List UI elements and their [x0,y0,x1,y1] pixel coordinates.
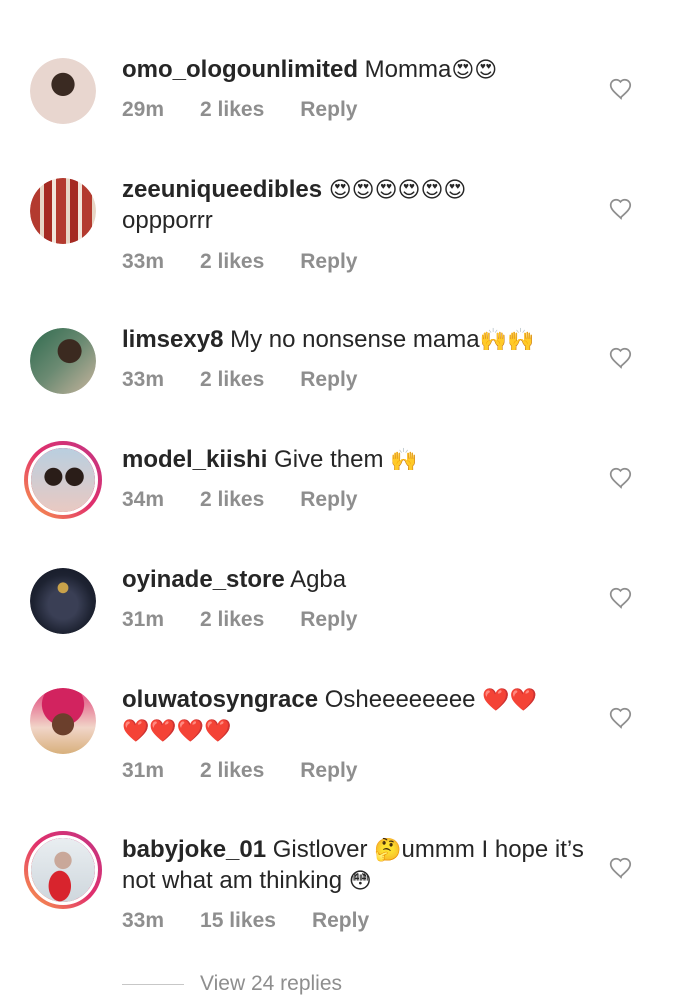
comment-emoji: ❤️❤️ [482,687,537,712]
avatar[interactable] [30,58,96,124]
comment-text: babyjoke_01 Gistlover 🤔ummm I hope it’s … [122,834,602,896]
heart-outline-icon[interactable] [608,585,634,611]
avatar[interactable] [30,688,96,754]
comment-meta: 33m 15 likes Reply [122,909,405,933]
comment-likes[interactable]: 2 likes [200,488,264,511]
comment-username[interactable]: oyinade_store [122,566,285,593]
comment-text: model_kiishi Give them 🙌 [122,444,592,475]
replies-divider-line [122,983,184,985]
comment-likes[interactable]: 2 likes [200,250,264,273]
avatar-story-ring[interactable] [24,831,102,909]
comment-body: Give them [267,446,391,473]
avatar-story-ring[interactable] [24,441,102,519]
comment-username[interactable]: model_kiishi [122,446,267,473]
comment-meta: 31m 2 likes Reply [122,608,393,632]
view-replies-button[interactable]: View 24 replies [122,972,342,996]
comment-likes[interactable]: 2 likes [200,759,264,782]
comment-time: 31m [122,759,165,782]
comment-meta: 33m 2 likes Reply [122,368,393,392]
comment-time: 34m [122,488,165,511]
comment-time: 33m [122,250,165,273]
comment-username[interactable]: zeeuniqueedibles [122,176,322,203]
heart-outline-icon[interactable] [608,196,634,222]
reply-button[interactable]: Reply [300,608,357,631]
comment-text: limsexy8 My no nonsense mama🙌🙌 [122,324,592,355]
comment-body: Agba [284,566,347,593]
comment-body-line2: oppporrr [122,207,213,234]
reply-button[interactable]: Reply [300,488,357,511]
comment-time: 33m [122,909,165,932]
comment-username[interactable]: babyjoke_01 [122,836,266,863]
comment-meta: 34m 2 likes Reply [122,488,393,512]
comment-likes[interactable]: 15 likes [200,909,276,932]
reply-button[interactable]: Reply [300,368,357,391]
avatar[interactable] [30,568,96,634]
comment-emoji-end: 😳 [348,868,372,893]
comment-text: oluwatosyngrace Osheeeeeeee ❤️❤️ ❤️❤️❤️❤… [122,684,592,746]
comment-username[interactable]: omo_ologounlimited [122,56,358,83]
heart-outline-icon[interactable] [608,76,634,102]
comment-emoji: 🙌 [390,447,418,472]
comment-body [322,176,329,203]
comment-time: 29m [122,98,165,121]
comment-body: Gistlover [266,836,375,863]
comment-likes[interactable]: 2 likes [200,98,264,121]
heart-outline-icon[interactable] [608,345,634,371]
comment-text: omo_ologounlimited Momma😍😍 [122,54,592,85]
comment-time: 33m [122,368,165,391]
comment-meta: 31m 2 likes Reply [122,759,393,783]
avatar[interactable] [30,178,96,244]
heart-outline-icon[interactable] [608,705,634,731]
comment-meta: 29m 2 likes Reply [122,98,393,122]
reply-button[interactable]: Reply [300,98,357,121]
comment-emoji-line2: ❤️❤️❤️❤️ [122,718,232,743]
heart-outline-icon[interactable] [608,855,634,881]
reply-button[interactable]: Reply [300,250,357,273]
comment-username[interactable]: oluwatosyngrace [122,686,318,713]
avatar[interactable] [30,328,96,394]
comment-emoji: 😍😍😍😍😍😍 [328,177,467,202]
comment-meta: 33m 2 likes Reply [122,250,393,274]
comment-likes[interactable]: 2 likes [200,368,264,391]
view-replies-label[interactable]: View 24 replies [200,972,342,995]
reply-button[interactable]: Reply [300,759,357,782]
comment-username[interactable]: limsexy8 [122,326,223,353]
reply-button[interactable]: Reply [312,909,369,932]
comment-text: oyinade_store Agba [122,564,592,595]
comment-body: Osheeeeeeee [318,686,483,713]
comment-likes[interactable]: 2 likes [200,608,264,631]
comment-body: My no nonsense mama [223,326,480,353]
comment-body: Momma [357,56,452,83]
comment-time: 31m [122,608,165,631]
comment-text: zeeuniqueedibles 😍😍😍😍😍😍 oppporrr [122,174,592,236]
comment-emoji: 😍😍 [451,57,498,82]
comment-emoji: 🤔 [374,837,402,862]
heart-outline-icon[interactable] [608,465,634,491]
comment-emoji: 🙌🙌 [479,327,535,352]
